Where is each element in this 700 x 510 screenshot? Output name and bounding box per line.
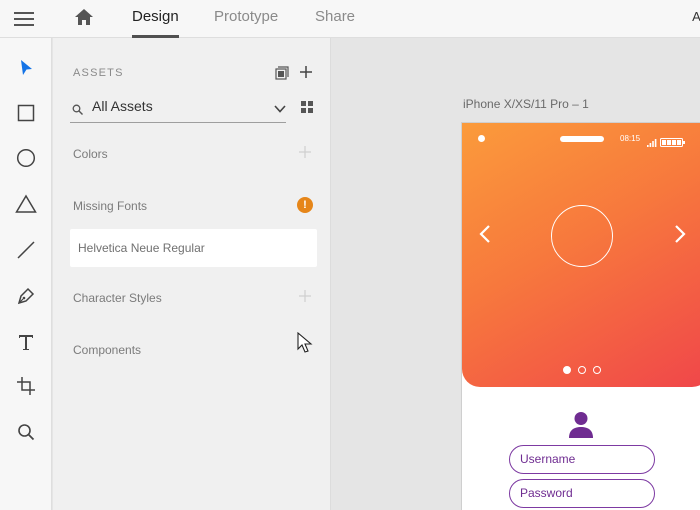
chevron-left-icon[interactable] xyxy=(479,224,491,249)
top-bar: Design Prototype Share Ap xyxy=(0,0,700,38)
tab-share[interactable]: Share xyxy=(315,0,355,38)
battery-icon xyxy=(660,134,686,152)
select-tool-icon[interactable] xyxy=(13,55,39,81)
tab-prototype[interactable]: Prototype xyxy=(214,0,278,38)
line-tool-icon[interactable] xyxy=(13,237,39,263)
carousel-dot[interactable] xyxy=(563,366,571,374)
text-tool-icon[interactable] xyxy=(13,329,39,355)
carousel-dot[interactable] xyxy=(593,366,601,374)
zoom-tool-icon[interactable] xyxy=(13,419,39,445)
section-colors[interactable]: Colors xyxy=(73,147,108,161)
assets-filter-dropdown[interactable]: All Assets xyxy=(70,94,286,123)
camera-dot xyxy=(478,135,485,142)
notch-pill xyxy=(560,136,604,142)
hamburger-menu-icon[interactable] xyxy=(14,9,36,29)
library-icon[interactable] xyxy=(273,64,291,82)
assets-filter-value: All Assets xyxy=(92,98,153,114)
section-character-styles[interactable]: Character Styles xyxy=(73,291,162,305)
play-ring[interactable] xyxy=(551,205,613,267)
carousel-dots xyxy=(563,366,601,374)
home-icon[interactable] xyxy=(73,6,95,28)
tab-design[interactable]: Design xyxy=(132,0,179,38)
assets-panel: ASSETS All Assets Colors Missing Fonts !… xyxy=(53,38,331,510)
hero-image[interactable]: 08:15 xyxy=(462,123,700,387)
polygon-tool-icon[interactable] xyxy=(13,191,39,217)
chevron-right-icon[interactable] xyxy=(674,224,686,249)
warning-icon[interactable]: ! xyxy=(297,197,313,213)
password-field[interactable]: Password xyxy=(509,479,655,508)
assets-title: ASSETS xyxy=(73,67,124,79)
username-field[interactable]: Username xyxy=(509,445,655,474)
artboard-tool-icon[interactable] xyxy=(13,373,39,399)
search-icon xyxy=(72,102,83,120)
add-character-style-icon[interactable] xyxy=(296,287,314,305)
signal-icon xyxy=(647,134,657,152)
tools-toolbar xyxy=(0,38,52,510)
rectangle-tool-icon[interactable] xyxy=(13,100,39,126)
status-time: 08:15 xyxy=(620,134,641,143)
section-missing-fonts[interactable]: Missing Fonts xyxy=(73,199,147,213)
add-color-icon[interactable] xyxy=(296,143,314,161)
artboard[interactable]: 08:15 Username Password xyxy=(461,122,700,510)
section-components[interactable]: Components xyxy=(73,343,141,357)
missing-font-name: Helvetica Neue Regular xyxy=(78,241,205,255)
chevron-down-icon[interactable] xyxy=(274,101,286,119)
missing-font-item[interactable]: Helvetica Neue Regular xyxy=(70,229,317,267)
mouse-cursor-icon xyxy=(297,331,313,359)
pen-tool-icon[interactable] xyxy=(13,283,39,309)
design-canvas[interactable]: iPhone X/XS/11 Pro – 1 08:15 Username Pa… xyxy=(332,38,700,510)
artboard-label[interactable]: iPhone X/XS/11 Pro – 1 xyxy=(463,97,589,111)
user-avatar-icon xyxy=(568,411,594,439)
add-asset-icon[interactable] xyxy=(297,63,315,81)
grid-view-icon[interactable] xyxy=(298,98,316,116)
carousel-dot[interactable] xyxy=(578,366,586,374)
ellipse-tool-icon[interactable] xyxy=(13,145,39,171)
app-label-partial[interactable]: Ap xyxy=(692,0,700,33)
